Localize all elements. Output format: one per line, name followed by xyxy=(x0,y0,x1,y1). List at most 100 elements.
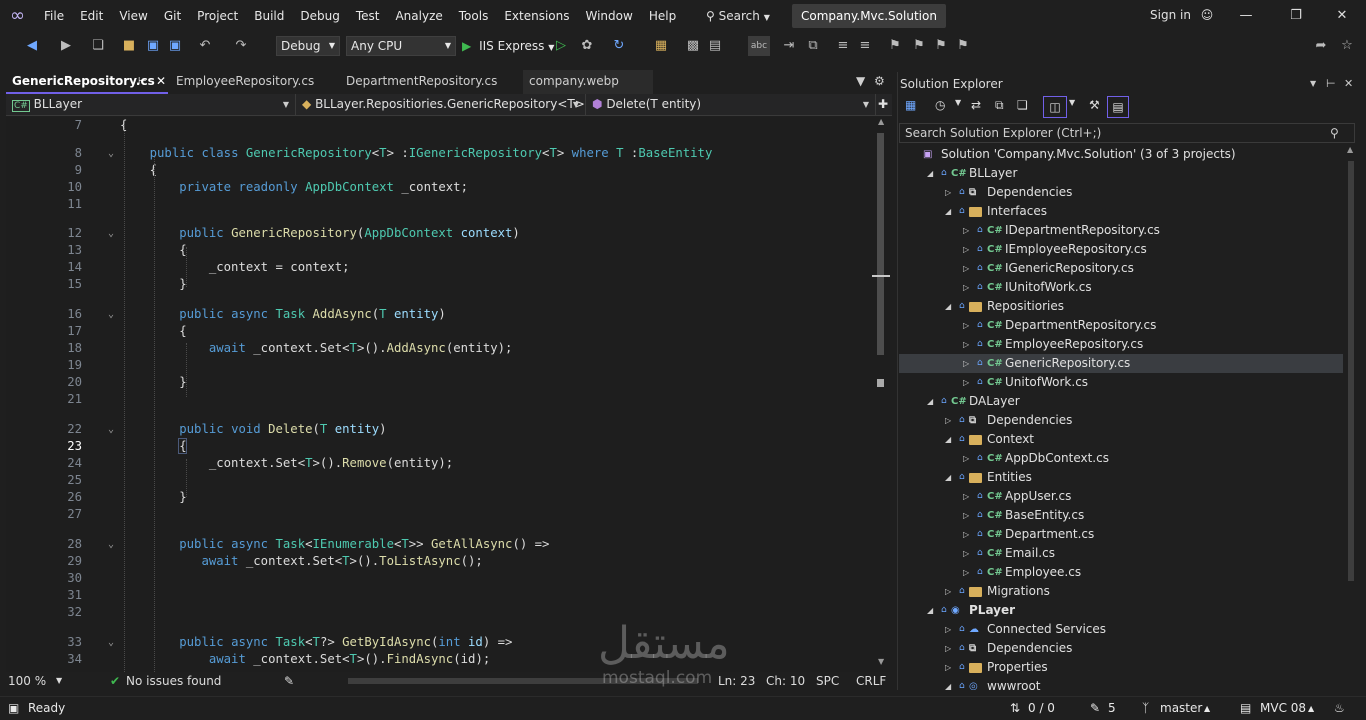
share-icon[interactable]: ➦ xyxy=(1312,36,1330,56)
pin-icon[interactable]: ⊢ xyxy=(138,70,147,93)
chevron-down-icon[interactable]: ▼ xyxy=(56,672,62,690)
pin-panel-icon[interactable]: ⊢ xyxy=(1326,74,1336,94)
layout-dropdown-icon[interactable]: ▤ xyxy=(706,36,724,56)
chevron-up-icon[interactable]: ▲ xyxy=(1204,697,1210,720)
tab-overflow-icon[interactable]: ▼ xyxy=(856,70,872,94)
sync-status[interactable]: 0 / 0 xyxy=(1028,697,1055,720)
undo-icon[interactable]: ↶ xyxy=(196,36,214,56)
start-without-debugging-icon[interactable]: ▷ xyxy=(554,36,568,56)
code-line[interactable]: 22 ⌄ public void Delete(T entity) xyxy=(6,421,872,438)
tree-item[interactable]: ▷ ⌂ C# Email.cs xyxy=(899,544,1343,563)
redo-icon[interactable]: ↷ xyxy=(232,36,250,56)
collapsed-arrow-icon[interactable]: ▷ xyxy=(945,582,951,601)
prev-bookmark-icon[interactable]: ⚑ xyxy=(910,36,928,56)
fold-chevron-icon[interactable]: ⌄ xyxy=(108,421,114,438)
collapsed-arrow-icon[interactable]: ▷ xyxy=(963,240,969,259)
code-line[interactable]: 32 xyxy=(6,604,872,621)
pencil-icon[interactable]: ✎ xyxy=(1090,697,1100,720)
collapsed-arrow-icon[interactable]: ▷ xyxy=(963,354,969,373)
spell-check-icon[interactable]: abc xyxy=(748,36,770,56)
close-tab-icon[interactable]: ✕ xyxy=(156,70,166,93)
code-line[interactable]: 30 xyxy=(6,570,872,587)
collapsed-arrow-icon[interactable]: ▷ xyxy=(963,449,969,468)
code-line[interactable]: 11 xyxy=(6,196,872,213)
chevron-down-icon[interactable]: ▼ xyxy=(1069,98,1075,107)
solution-search-input[interactable]: Search Solution Explorer (Ctrl+;) ⚲ xyxy=(899,123,1355,143)
save-all-icon[interactable]: ▣ xyxy=(166,36,184,56)
menu-item-help[interactable]: Help xyxy=(641,0,684,32)
scroll-thumb[interactable] xyxy=(877,133,884,355)
code-editor[interactable]: 7{ 8 ⌄ public class GenericRepository<T> :… xyxy=(6,117,872,672)
tree-item[interactable]: ▷ ⌂ C# EmployeeRepository.cs xyxy=(899,335,1343,354)
collapsed-arrow-icon[interactable]: ▷ xyxy=(963,525,969,544)
tree-item[interactable]: ▷ ⌂ C# AppDbContext.cs xyxy=(899,449,1343,468)
collapsed-arrow-icon[interactable]: ▷ xyxy=(963,563,969,582)
collapsed-arrow-icon[interactable]: ▷ xyxy=(945,183,951,202)
switch-views-icon[interactable]: ▦ xyxy=(905,98,916,112)
tree-item[interactable]: ▷ ⌂ Migrations xyxy=(899,582,1343,601)
code-line[interactable]: 19 xyxy=(6,357,872,374)
tree-item[interactable]: ◢ ⌂ Repositiories xyxy=(899,297,1343,316)
code-line[interactable]: 12 ⌄ public GenericRepository(AppDbContex… xyxy=(6,225,872,242)
copy-icon[interactable]: ⧉ xyxy=(804,36,822,56)
code-line[interactable]: 13 { xyxy=(6,242,872,259)
tree-item[interactable]: ◢ ⌂ C# BLLayer xyxy=(899,164,1343,183)
tree-scroll-thumb[interactable] xyxy=(1348,161,1354,581)
code-line[interactable]: 24 _context.Set<T>().Remove(entity); xyxy=(6,455,872,472)
open-folder-icon[interactable]: ■ xyxy=(120,36,138,56)
line-ending-status[interactable]: CRLF xyxy=(856,672,886,690)
member-dropdown[interactable]: ⬢ Delete(T entity) ▼ xyxy=(586,94,876,116)
restore-button[interactable]: ❐ xyxy=(1276,0,1316,32)
expanded-arrow-icon[interactable]: ◢ xyxy=(945,468,951,487)
tab-company-webp[interactable]: company.webp xyxy=(523,70,653,94)
hot-reload-icon[interactable]: ✿ xyxy=(578,36,596,56)
pending-changes[interactable]: 5 xyxy=(1108,697,1116,720)
tree-item[interactable]: ▣ Solution 'Company.Mvc.Solution' (3 of 3… xyxy=(899,145,1343,164)
collapsed-arrow-icon[interactable]: ▷ xyxy=(945,620,951,639)
uncomment-icon[interactable]: ≡ xyxy=(856,36,874,56)
tree-item[interactable]: ▷ ⌂ C# UnitofWork.cs xyxy=(899,373,1343,392)
sign-in-button[interactable]: Sign in ☺ xyxy=(1150,0,1213,30)
collapsed-arrow-icon[interactable]: ▷ xyxy=(963,259,969,278)
menu-item-test[interactable]: Test xyxy=(348,0,388,32)
history-icon[interactable]: ◷ xyxy=(935,98,945,112)
tree-item[interactable]: ▷ ⌂ Properties xyxy=(899,658,1343,677)
chevron-up-icon[interactable]: ▲ xyxy=(1308,697,1314,720)
whitespace-status[interactable]: SPC xyxy=(816,672,839,690)
code-line[interactable]: 25 xyxy=(6,472,872,489)
collapsed-arrow-icon[interactable]: ▷ xyxy=(963,506,969,525)
indent-icon[interactable]: ⇥ xyxy=(780,36,798,56)
tree-item[interactable]: ◢ ⌂ Entities xyxy=(899,468,1343,487)
code-line[interactable]: 8 ⌄ public class GenericRepository<T> :IG… xyxy=(6,145,872,162)
collapsed-arrow-icon[interactable]: ▷ xyxy=(963,316,969,335)
code-line[interactable]: 31 xyxy=(6,587,872,604)
code-line[interactable]: 33 ⌄ public async Task<T?> GetByIdAsync(i… xyxy=(6,634,872,651)
expanded-arrow-icon[interactable]: ◢ xyxy=(945,297,951,316)
tab-generic-repository[interactable]: GenericRepository.cs ⊢ ✕ xyxy=(6,70,168,94)
tab-department-repository[interactable]: DepartmentRepository.cs xyxy=(340,70,522,94)
menu-item-debug[interactable]: Debug xyxy=(292,0,347,32)
code-line[interactable]: 7{ xyxy=(6,117,872,134)
properties-wrench-icon[interactable]: ⚒ xyxy=(1089,98,1100,112)
tree-item[interactable]: ▷ ⌂ C# GenericRepository.cs xyxy=(899,354,1343,373)
collapsed-arrow-icon[interactable]: ▷ xyxy=(945,658,951,677)
menu-item-tools[interactable]: Tools xyxy=(451,0,497,32)
code-line[interactable]: 29 await _context.Set<T>().ToListAsync()… xyxy=(6,553,872,570)
minimize-button[interactable]: — xyxy=(1226,0,1266,32)
code-line[interactable]: 16 ⌄ public async Task AddAsync(T entity) xyxy=(6,306,872,323)
tree-item[interactable]: ▷ ⌂ ⧉ Dependencies xyxy=(899,639,1343,658)
fold-chevron-icon[interactable]: ⌄ xyxy=(108,536,114,553)
sync-icon[interactable]: ⇄ xyxy=(971,98,981,112)
menu-item-extensions[interactable]: Extensions xyxy=(496,0,577,32)
feedback-icon[interactable]: ☆ xyxy=(1338,36,1356,56)
comment-icon[interactable]: ≡ xyxy=(834,36,852,56)
bookmark-icon[interactable]: ⚑ xyxy=(886,36,904,56)
split-editor-icon[interactable]: ✚ xyxy=(876,94,892,116)
collapsed-arrow-icon[interactable]: ▷ xyxy=(963,373,969,392)
collapsed-arrow-icon[interactable]: ▷ xyxy=(963,278,969,297)
expanded-arrow-icon[interactable]: ◢ xyxy=(945,202,951,221)
menu-item-git[interactable]: Git xyxy=(156,0,189,32)
code-line[interactable]: 9 { xyxy=(6,162,872,179)
solution-explorer-scrollbar[interactable]: ▲ xyxy=(1345,145,1357,690)
tree-item[interactable]: ▷ ⌂ C# IEmployeeRepository.cs xyxy=(899,240,1343,259)
